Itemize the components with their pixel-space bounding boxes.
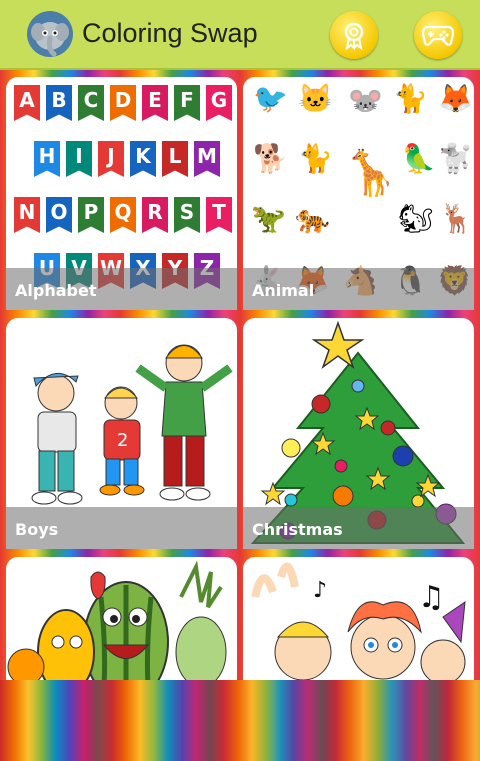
cat-icon: 🐈 <box>298 143 333 174</box>
category-tile-christmas[interactable]: Christmas <box>243 318 474 549</box>
category-label: Christmas <box>252 520 343 539</box>
letter-flag-q: Q <box>110 197 136 233</box>
letter-flag-d: D <box>110 85 136 121</box>
letter-flag-s: S <box>174 197 200 233</box>
pencils-background <box>0 680 480 761</box>
cat-icon: 🐱 <box>298 83 333 114</box>
category-label: Boys <box>15 520 59 539</box>
tiger-icon: 🐅 <box>295 203 330 234</box>
letter-flag-m: M <box>194 141 220 177</box>
giraffe-icon: 🦒 <box>343 149 398 198</box>
letter-flag-k: K <box>130 141 156 177</box>
dinosaur-icon: 🦖 <box>251 203 286 234</box>
letter-flag-j: J <box>98 141 124 177</box>
category-tile-alphabet[interactable]: ABCDEFGHIJKLMNOPQRSTUVWXYZ Alphabet <box>6 77 237 310</box>
letter-flag-g: G <box>206 85 232 121</box>
award-ribbon-icon <box>344 22 364 50</box>
category-tile-animal[interactable]: 🐦 🐱 🐭 🐈 🦊 🐕 🐈 🦒 🦜 🐩 🦖 🐅 🐿 🦌 🐇 🦊 🐴 🐧 🦁 An… <box>243 77 474 310</box>
letter-flag-p: P <box>78 197 104 233</box>
letter-flag-n: N <box>14 197 40 233</box>
letter-flag-r: R <box>142 197 168 233</box>
gamepad-icon <box>422 25 454 46</box>
top-app-bar: Coloring Swap <box>0 0 480 70</box>
letter-flag-t: T <box>206 197 232 233</box>
poodle-icon: 🐩 <box>438 143 473 174</box>
letter-flag-b: B <box>46 85 72 121</box>
category-tile-party[interactable]: ♫ ♪ <box>243 557 474 680</box>
category-label: Animal <box>252 281 315 300</box>
toucan-icon: 🐦 <box>253 83 288 114</box>
letter-flag-h: H <box>34 141 60 177</box>
svg-text:2: 2 <box>117 430 128 451</box>
squirrel-icon: 🐿 <box>398 203 434 234</box>
awards-button[interactable] <box>330 11 378 59</box>
mouse-icon: 🐭 <box>348 85 383 116</box>
letter-flag-c: C <box>78 85 104 121</box>
app-title: Coloring Swap <box>82 18 258 48</box>
letter-flag-a: A <box>14 85 40 121</box>
svg-text:♪: ♪ <box>313 578 327 603</box>
parrot-icon: 🦜 <box>401 143 436 174</box>
svg-text:♫: ♫ <box>418 580 445 615</box>
letter-flag-e: E <box>142 85 168 121</box>
category-grid: ABCDEFGHIJKLMNOPQRSTUVWXYZ Alphabet 🐦 🐱 … <box>0 72 480 680</box>
letter-flag-o: O <box>46 197 72 233</box>
games-button[interactable] <box>414 11 462 59</box>
category-label: Alphabet <box>15 281 97 300</box>
letter-flag-l: L <box>162 141 188 177</box>
category-tile-boys[interactable]: 2 Boys <box>6 318 237 549</box>
dog-icon: 🐕 <box>253 143 288 174</box>
party-artwork: ♫ ♪ <box>251 562 466 680</box>
letter-flag-i: I <box>66 141 92 177</box>
deer-icon: 🦌 <box>439 203 474 234</box>
fox-icon: 🦊 <box>438 83 473 114</box>
cat-icon: 🐈 <box>393 83 428 114</box>
fruits-artwork <box>7 560 227 680</box>
letter-flag-f: F <box>174 85 200 121</box>
category-tile-fruits[interactable] <box>6 557 237 680</box>
elephant-icon[interactable] <box>26 10 74 58</box>
